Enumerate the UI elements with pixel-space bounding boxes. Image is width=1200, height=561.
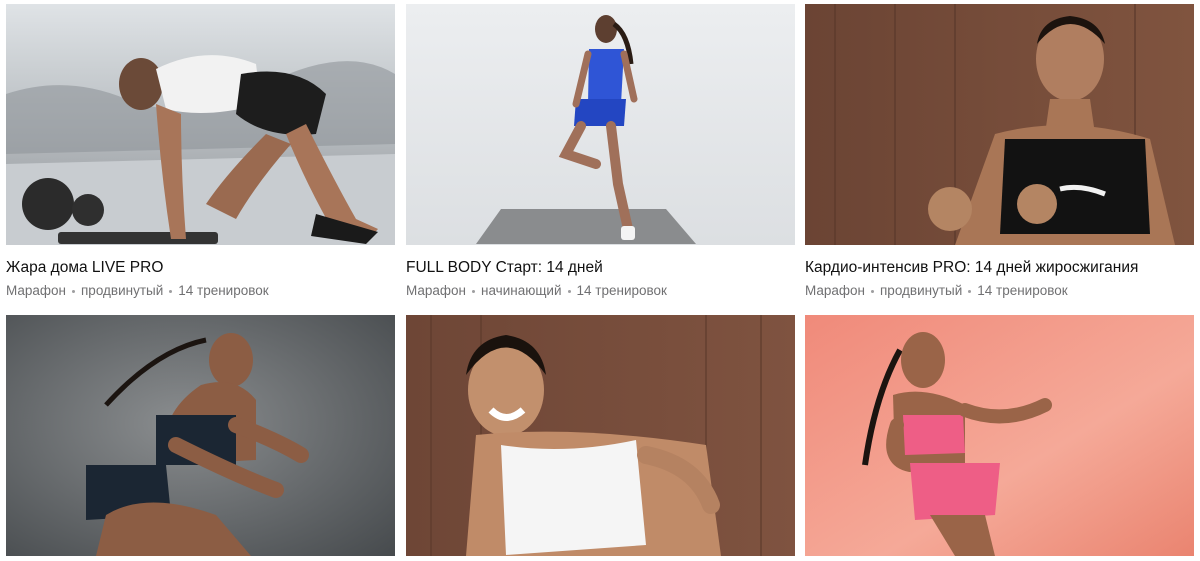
program-level: начинающий — [481, 283, 562, 298]
program-image[interactable] — [406, 315, 795, 556]
separator-dot — [968, 289, 972, 293]
program-title[interactable]: FULL BODY Старт: 14 дней — [406, 258, 795, 278]
one-leg-stand-photo — [406, 4, 795, 245]
program-meta: Марафон начинающий 14 тренировок — [406, 282, 795, 300]
separator-dot — [169, 289, 173, 293]
program-image[interactable] — [406, 4, 795, 245]
program-level: продвинутый — [81, 283, 164, 298]
program-image[interactable] — [6, 4, 395, 245]
program-grid: Жара дома LIVE PRO Марафон продвинутый 1… — [0, 0, 1200, 561]
program-card[interactable]: FULL BODY Старт: 14 дней Марафон начинаю… — [406, 4, 795, 300]
program-workouts-count: 14 тренировок — [977, 283, 1068, 298]
program-type: Марафон — [805, 283, 865, 298]
program-type: Марафон — [6, 283, 66, 298]
program-meta: Марафон продвинутый 14 тренировок — [6, 282, 395, 300]
squat-jump-photo — [6, 315, 395, 556]
program-card[interactable]: Кардио-интенсив PRO: 14 дней жиросжигани… — [805, 4, 1194, 300]
program-card[interactable] — [805, 315, 1194, 556]
separator-dot — [871, 289, 874, 293]
program-image[interactable] — [805, 315, 1194, 556]
running-woman-photo — [805, 315, 1194, 556]
separator-dot — [72, 289, 75, 293]
program-level: продвинутый — [880, 283, 963, 298]
program-type: Марафон — [406, 283, 466, 298]
program-image[interactable] — [805, 4, 1194, 245]
program-card[interactable] — [406, 315, 795, 556]
separator-dot — [472, 289, 475, 293]
program-card[interactable]: Жара дома LIVE PRO Марафон продвинутый 1… — [6, 4, 395, 300]
program-card[interactable] — [6, 315, 395, 556]
program-image[interactable] — [6, 315, 395, 556]
mountain-climber-photo — [6, 4, 395, 245]
program-title[interactable]: Жара дома LIVE PRO — [6, 258, 395, 278]
program-meta: Марафон продвинутый 14 тренировок — [805, 282, 1194, 300]
program-workouts-count: 14 тренировок — [576, 283, 667, 298]
boxing-pose-photo — [805, 4, 1194, 245]
program-workouts-count: 14 тренировок — [178, 283, 269, 298]
laughing-woman-photo — [406, 315, 795, 556]
program-title[interactable]: Кардио-интенсив PRO: 14 дней жиросжигани… — [805, 258, 1194, 278]
separator-dot — [567, 289, 571, 293]
